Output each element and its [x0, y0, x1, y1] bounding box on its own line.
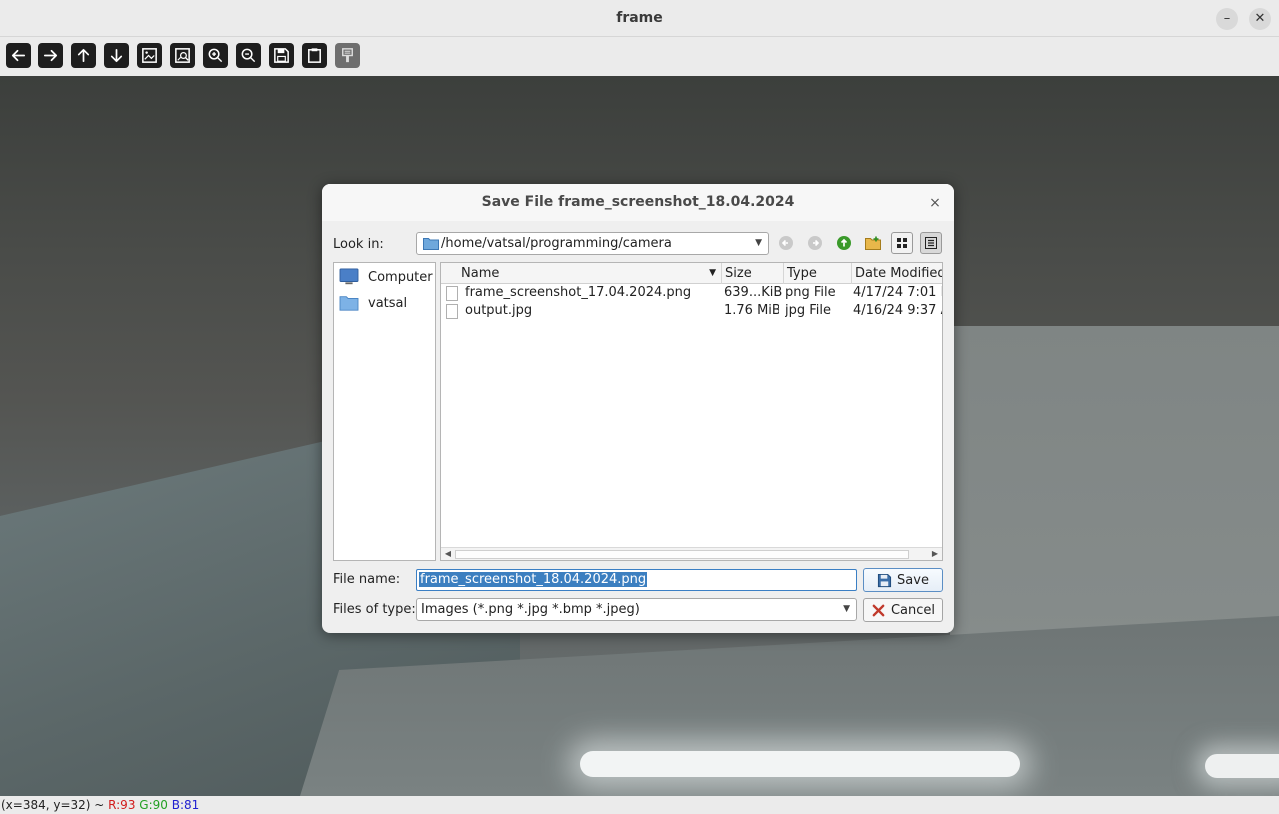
zoom-in-button[interactable] [203, 43, 228, 68]
file-icon [446, 304, 458, 319]
pan-right-icon [43, 49, 58, 62]
sort-indicator-icon: ▼ [709, 268, 716, 278]
file-type: png File [785, 285, 836, 300]
computer-icon [339, 268, 359, 285]
grid-view-icon [897, 238, 907, 248]
cancel-icon [872, 604, 885, 616]
zoom-actual-size-icon [175, 48, 190, 63]
file-name: frame_screenshot_17.04.2024.png [465, 285, 692, 300]
zoom-out-button[interactable] [236, 43, 261, 68]
file-name-label: File name: [333, 572, 401, 587]
horizontal-scrollbar[interactable]: ◀ ▶ [441, 547, 942, 560]
parent-directory-button[interactable] [833, 232, 855, 254]
file-size: 639...KiB [724, 285, 782, 300]
detail-view-icon [925, 237, 937, 249]
file-name: output.jpg [465, 303, 533, 318]
save-icon [274, 48, 289, 63]
files-of-type-label: Files of type: [333, 602, 416, 617]
save-file-dialog: Save File frame_screenshot_18.04.2024 × … [322, 184, 954, 633]
pan-up-button[interactable] [71, 43, 96, 68]
chevron-down-icon: ▼ [755, 238, 762, 248]
file-list-header: Name ▼ Size Type Date Modified [441, 263, 942, 284]
save-image-button[interactable] [269, 43, 294, 68]
file-name-value: frame_screenshot_18.04.2024.png [419, 572, 648, 587]
pan-right-button[interactable] [38, 43, 63, 68]
file-type: jpg File [785, 303, 832, 318]
frame-ceiling-light [580, 751, 1020, 777]
close-window-button[interactable]: ✕ [1249, 8, 1271, 30]
save-button[interactable]: Save [863, 568, 943, 592]
file-date-modified: 4/17/24 7:01 P [853, 285, 943, 300]
pixel-red-value: R:93 [108, 798, 136, 812]
scrollbar-thumb[interactable] [455, 550, 909, 559]
column-header-date-modified[interactable]: Date Modified [852, 263, 942, 284]
pan-up-icon [77, 48, 90, 63]
places-sidebar: Computer vatsal [333, 262, 436, 561]
properties-icon [342, 48, 353, 63]
file-type-combobox[interactable]: Images (*.png *.jpg *.bmp *.jpeg) ▼ [416, 598, 857, 621]
zoom-out-icon [241, 48, 256, 63]
save-button-label: Save [897, 572, 929, 588]
chevron-down-icon: ▼ [843, 604, 850, 614]
back-arrow-icon [779, 236, 793, 250]
zoom-in-icon [208, 48, 223, 63]
file-type-value: Images (*.png *.jpg *.bmp *.jpeg) [421, 602, 640, 617]
file-name-input[interactable]: frame_screenshot_18.04.2024.png [416, 569, 857, 591]
back-button[interactable] [775, 232, 797, 254]
pan-down-button[interactable] [104, 43, 129, 68]
folder-icon [423, 238, 439, 250]
cancel-button-label: Cancel [890, 602, 936, 618]
file-row[interactable]: frame_screenshot_17.04.2024.png 639...Ki… [441, 284, 943, 302]
image-toolbar [0, 37, 1279, 76]
cancel-button[interactable]: Cancel [863, 598, 943, 622]
sidebar-item-label: Computer [368, 269, 433, 285]
pan-left-icon [11, 49, 26, 62]
file-date-modified: 4/16/24 9:37 A [853, 303, 943, 318]
new-folder-icon [865, 236, 881, 250]
new-folder-button[interactable] [862, 232, 884, 254]
zoom-to-fit-button[interactable] [137, 43, 162, 68]
dialog-close-button[interactable]: × [924, 192, 946, 214]
column-header-name[interactable]: Name ▼ [441, 263, 722, 284]
column-header-type[interactable]: Type [784, 263, 852, 284]
sidebar-item-vatsal[interactable]: vatsal [338, 292, 407, 314]
file-row[interactable]: output.jpg 1.76 MiB jpg File 4/16/24 9:3… [441, 302, 943, 320]
look-in-path: /home/vatsal/programming/camera [441, 236, 672, 251]
up-arrow-icon [837, 236, 851, 250]
detail-view-button[interactable] [920, 232, 942, 254]
window-titlebar: frame – ✕ [0, 0, 1279, 37]
pan-left-button[interactable] [6, 43, 31, 68]
scroll-right-icon[interactable]: ▶ [929, 548, 941, 560]
pan-down-icon [110, 48, 123, 63]
column-header-size[interactable]: Size [722, 263, 784, 284]
pixel-blue-value: B:81 [171, 798, 200, 812]
forward-button[interactable] [804, 232, 826, 254]
forward-arrow-icon [808, 236, 822, 250]
save-icon [877, 573, 892, 587]
dialog-title: Save File frame_screenshot_18.04.2024 [322, 184, 954, 221]
file-size: 1.76 MiB [724, 303, 779, 318]
file-icon [446, 286, 458, 301]
look-in-combobox[interactable]: /home/vatsal/programming/camera ▼ [416, 232, 769, 255]
pixel-coordinates: (x=384, y=32) ~ [1, 798, 109, 812]
minimize-button[interactable]: – [1216, 8, 1238, 30]
sidebar-item-computer[interactable]: Computer [338, 266, 433, 288]
zoom-actual-size-button[interactable] [170, 43, 195, 68]
pixel-green-value: G:90 [139, 798, 168, 812]
properties-button[interactable] [335, 43, 360, 68]
look-in-label: Look in: [333, 237, 384, 252]
list-view-button[interactable] [891, 232, 913, 254]
window-title: frame [616, 10, 663, 26]
sidebar-item-label: vatsal [368, 295, 408, 311]
scroll-left-icon[interactable]: ◀ [442, 548, 454, 560]
status-bar: (x=384, y=32) ~ R:93 G:90 B:81 [0, 796, 1279, 814]
frame-ceiling-light [1205, 754, 1279, 778]
file-list: Name ▼ Size Type Date Modified frame_scr… [440, 262, 943, 561]
folder-icon [339, 296, 359, 311]
copy-to-clipboard-icon [308, 48, 321, 63]
copy-to-clipboard-button[interactable] [302, 43, 327, 68]
zoom-to-fit-icon [142, 48, 157, 63]
